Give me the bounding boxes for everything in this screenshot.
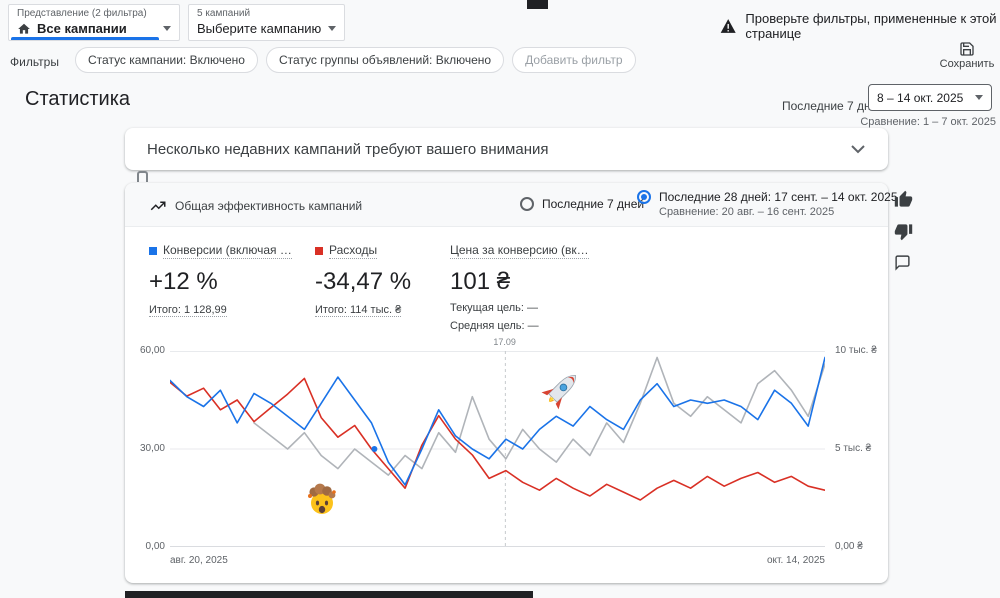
warning-icon <box>720 19 736 33</box>
chevron-down-icon[interactable] <box>850 143 866 155</box>
metric-value: 101 ₴ <box>450 268 511 295</box>
radio-off-icon[interactable] <box>520 197 534 211</box>
home-icon <box>18 23 30 34</box>
y-axis-left-tick: 60,00 <box>139 345 165 356</box>
metric-label: Цена за конверсию (вк… <box>450 243 589 259</box>
rocket-emoji <box>541 374 576 410</box>
radio-last-7-days[interactable]: Последние 7 дней <box>520 197 644 211</box>
view-selector[interactable]: Представление (2 фильтра) Все кампании <box>8 4 180 41</box>
radio-7d-label: Последние 7 дней <box>542 197 645 211</box>
campaign-selector[interactable]: 5 кампаний Выберите кампанию <box>188 4 345 41</box>
active-tab-indicator <box>11 37 159 40</box>
filter-chip-campaign-status[interactable]: Статус кампании: Включено <box>75 47 258 73</box>
card-feedback-icons <box>894 190 913 271</box>
chevron-down-icon <box>975 95 983 100</box>
metric-conversions: Конверсии (включая … +12 % Итого: 1 128,… <box>149 243 292 317</box>
card-header: Общая эффективность кампаний Последние 7… <box>125 183 898 227</box>
thumbs-up-icon[interactable] <box>894 190 913 209</box>
page-title: Статистика <box>25 88 131 110</box>
y-axis-left-tick: 0,00 <box>145 541 165 552</box>
chevron-down-icon <box>328 26 336 31</box>
save-label: Сохранить <box>939 58 995 70</box>
cost-legend-swatch <box>315 247 323 255</box>
radio-last-28-days-block[interactable]: Последние 28 дней: 17 сент. – 14 окт. 20… <box>637 190 898 218</box>
performance-chart: 60,00 30,00 0,00 10 тыс. ₴ 5 тыс. ₴ 0,00… <box>125 337 888 578</box>
trending-up-icon <box>150 201 166 211</box>
banner-text: Несколько недавних кампаний требуют ваше… <box>147 140 549 158</box>
chevron-down-icon <box>163 26 171 31</box>
exploding-head-emoji <box>308 483 336 514</box>
radio-on-icon[interactable] <box>637 190 651 204</box>
campaign-selector-value: Выберите кампанию <box>197 21 322 36</box>
y-axis-right-tick: 0,00 ₴ <box>835 541 863 552</box>
filter-chip-adgroup-status[interactable]: Статус группы объявлений: Включено <box>265 47 505 73</box>
campaigns-attention-banner[interactable]: Несколько недавних кампаний требуют ваше… <box>125 128 888 170</box>
campaign-selector-label: 5 кампаний <box>197 8 251 19</box>
metric-label: Расходы <box>329 243 378 259</box>
x-axis-start-label: авг. 20, 2025 <box>170 555 228 566</box>
cutoff-artifact-bottom <box>125 591 533 598</box>
add-filter-button[interactable]: Добавить фильтр <box>512 47 636 73</box>
period-divider-label: 17.09 <box>493 337 516 347</box>
radio-28d-label: Последние 28 дней: 17 сент. – 14 окт. 20… <box>659 190 898 204</box>
save-button[interactable]: Сохранить <box>938 41 996 70</box>
comment-icon[interactable] <box>894 254 911 271</box>
metric-average-goal: Средняя цель: — <box>450 320 539 332</box>
partial-hidden-icon <box>137 171 148 182</box>
save-icon <box>960 42 974 56</box>
view-selector-label: Представление (2 фильтра) <box>17 8 147 19</box>
view-selector-value: Все кампании <box>37 21 127 36</box>
y-axis-right-tick: 10 тыс. ₴ <box>835 345 877 356</box>
chart-canvas <box>170 351 825 547</box>
date-range-selector[interactable]: 8 – 14 окт. 2025 <box>868 84 992 111</box>
comparison-range: Сравнение: 1 – 7 окт. 2025 <box>860 116 996 128</box>
card-title: Общая эффективность кампаний <box>175 199 363 213</box>
thumbs-down-icon[interactable] <box>894 222 913 241</box>
metric-total: Итого: 114 тыс. ₴ <box>315 304 402 317</box>
metric-value: -34,47 % <box>315 268 412 295</box>
filters-warning: Проверьте фильтры, примененные к этой ст… <box>720 11 1000 41</box>
y-axis-left-tick: 30,00 <box>139 443 165 454</box>
x-axis-end-label: окт. 14, 2025 <box>766 555 825 566</box>
filter-chips: Статус кампании: Включено Статус группы … <box>75 47 636 73</box>
radio-28d-comparison: Сравнение: 20 авг. – 16 сент. 2025 <box>659 206 835 218</box>
y-axis-right-tick: 5 тыс. ₴ <box>835 443 872 454</box>
conversions-legend-swatch <box>149 247 157 255</box>
metric-cost-per-conversion: Цена за конверсию (вк… 101 ₴ Текущая цел… <box>450 243 589 332</box>
metric-cost: Расходы -34,47 % Итого: 114 тыс. ₴ <box>315 243 412 317</box>
filters-label: Фильтры <box>10 55 59 69</box>
metric-label: Конверсии (включая … <box>163 243 292 259</box>
chart-series-lines <box>170 356 825 501</box>
warning-text: Проверьте фильтры, примененные к этой ст… <box>745 11 997 41</box>
date-range-value: 8 – 14 окт. 2025 <box>877 90 964 105</box>
performance-card: Общая эффективность кампаний Последние 7… <box>125 183 898 583</box>
metric-value: +12 % <box>149 268 218 295</box>
cutoff-artifact-top <box>527 0 548 9</box>
metric-current-goal: Текущая цель: — <box>450 302 539 314</box>
metric-total: Итого: 1 128,99 <box>149 304 227 317</box>
